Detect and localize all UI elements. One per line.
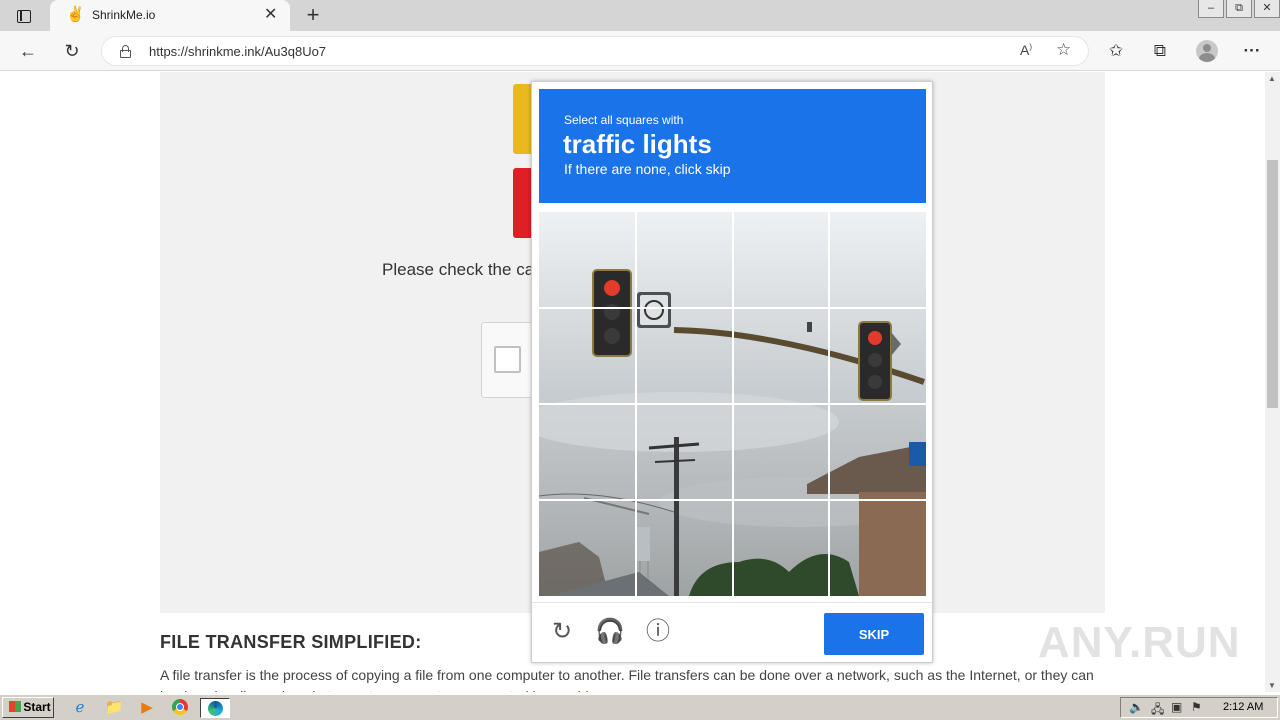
captcha-tile[interactable] (539, 212, 636, 308)
favorites-icon[interactable]: ✩ (1102, 37, 1130, 65)
url-text[interactable]: https://shrinkme.ink/Au3q8Uo7 (149, 44, 326, 59)
captcha-tile[interactable] (829, 308, 926, 404)
section-heading: FILE TRANSFER SIMPLIFIED: (160, 632, 422, 652)
minimize-button[interactable]: – (1198, 0, 1224, 18)
section-body: A file transfer is the process of copyin… (160, 667, 1094, 692)
vertical-scrollbar[interactable]: ▲ ▼ (1265, 72, 1280, 692)
grid-divider (828, 212, 831, 596)
captcha-tile[interactable] (636, 308, 733, 404)
volume-icon[interactable]: 🔈 (1129, 700, 1144, 714)
close-window-button[interactable]: ✕ (1254, 0, 1280, 18)
grid-divider (539, 403, 926, 405)
captcha-tile[interactable] (636, 500, 733, 596)
close-tab-icon[interactable]: ✕ (264, 6, 277, 24)
challenge-target: traffic lights (563, 129, 712, 159)
challenge-image-grid (539, 212, 926, 596)
recaptcha-checkbox[interactable] (494, 346, 521, 373)
captcha-tile[interactable] (733, 308, 830, 404)
internet-explorer-icon[interactable]: ℯ (68, 698, 92, 718)
start-label: Start (23, 700, 51, 714)
tab-actions-icon[interactable] (10, 5, 38, 27)
refresh-icon[interactable]: ↻ (59, 39, 85, 63)
hand-favicon-icon: ✌ (66, 6, 85, 23)
check-captcha-text: Please check the ca (382, 260, 532, 279)
add-favorite-icon[interactable]: ☆ (1056, 40, 1071, 60)
captcha-tile[interactable] (829, 212, 926, 308)
address-toolbar: ← ↻ https://shrinkme.ink/Au3q8Uo7 A) ☆ ✩… (0, 31, 1280, 71)
collections-icon[interactable]: ⧉ (1146, 37, 1174, 65)
captcha-tile[interactable] (636, 404, 733, 500)
edge-icon[interactable] (200, 698, 230, 718)
recaptcha-challenge-popup: Select all squares with traffic lights I… (531, 81, 933, 663)
challenge-header: Select all squares with traffic lights I… (539, 89, 926, 203)
audio-challenge-icon[interactable]: 🎧 (595, 617, 625, 647)
more-menu-icon[interactable]: ··· (1238, 37, 1266, 65)
tab-title: ShrinkMe.io (92, 8, 156, 22)
lock-icon[interactable] (120, 45, 131, 58)
scroll-up-arrow-icon[interactable]: ▲ (1268, 74, 1276, 83)
scroll-down-arrow-icon[interactable]: ▼ (1268, 681, 1276, 690)
action-center-flag-icon[interactable]: ⚑ (1191, 700, 1202, 714)
captcha-tile[interactable] (539, 404, 636, 500)
captcha-tile[interactable] (829, 500, 926, 596)
windows-taskbar: Start ℯ 📁 ▶ 🔈 🖧 ▣ ⚑ 2:12 AM (0, 694, 1280, 720)
captcha-tile[interactable] (829, 404, 926, 500)
system-tray: 🔈 🖧 ▣ ⚑ 2:12 AM (1120, 697, 1278, 718)
captcha-tile[interactable] (636, 212, 733, 308)
challenge-footer: ↻ 🎧 ⓘ SKIP (532, 602, 932, 662)
tab-bar: ✌ ShrinkMe.io ✕ + – ⧉ ✕ (0, 0, 1280, 31)
challenge-instruction: Select all squares with (564, 113, 684, 127)
restore-button[interactable]: ⧉ (1226, 0, 1252, 18)
clock: 2:12 AM (1223, 701, 1264, 713)
scroll-thumb[interactable] (1267, 160, 1278, 408)
read-aloud-icon[interactable]: A) (1020, 42, 1032, 58)
skip-button[interactable]: SKIP (824, 613, 924, 655)
new-tab-icon[interactable]: + (302, 3, 324, 27)
windows-logo-icon (9, 701, 22, 712)
display-icon[interactable]: ▣ (1171, 700, 1182, 714)
profile-avatar-icon[interactable] (1193, 37, 1221, 65)
network-icon[interactable]: 🖧 (1151, 700, 1164, 720)
tab-shrinkme[interactable]: ✌ ShrinkMe.io ✕ (50, 0, 290, 31)
window-controls: – ⧉ ✕ (1196, 0, 1280, 18)
file-explorer-icon[interactable]: 📁 (102, 698, 126, 718)
chrome-icon[interactable] (168, 698, 192, 718)
grid-divider (539, 499, 926, 501)
reload-challenge-icon[interactable]: ↻ (547, 617, 577, 647)
back-arrow-icon[interactable]: ← (15, 39, 41, 63)
address-bar[interactable]: https://shrinkme.ink/Au3q8Uo7 A) ☆ (101, 36, 1089, 66)
captcha-tile[interactable] (539, 308, 636, 404)
media-player-icon[interactable]: ▶ (135, 698, 159, 718)
captcha-tile[interactable] (733, 212, 830, 308)
start-button[interactable]: Start (2, 697, 54, 718)
captcha-tile[interactable] (733, 404, 830, 500)
challenge-hint: If there are none, click skip (564, 161, 731, 177)
info-icon[interactable]: ⓘ (643, 617, 673, 647)
captcha-tile[interactable] (733, 500, 830, 596)
captcha-tile[interactable] (539, 500, 636, 596)
